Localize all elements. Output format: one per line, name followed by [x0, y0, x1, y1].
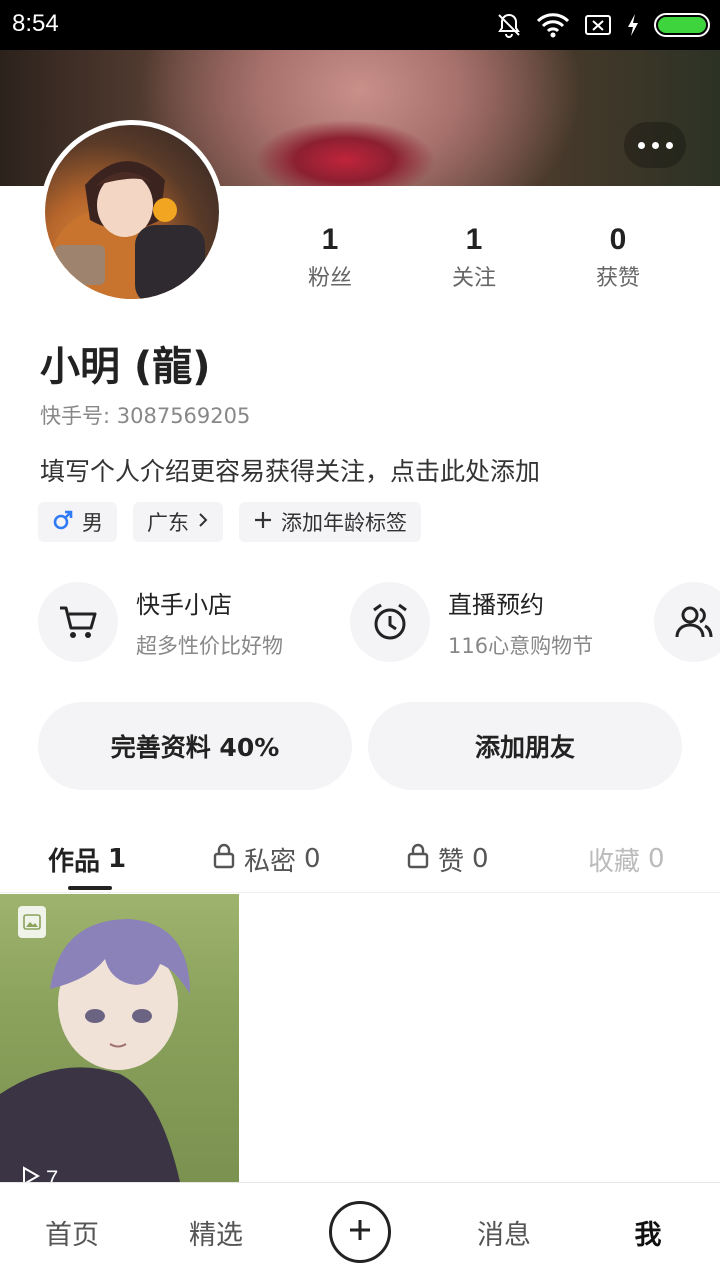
image-type-icon: [18, 906, 46, 938]
following-count: 1: [465, 223, 483, 256]
shortcut-friends[interactable]: [654, 582, 720, 662]
add-age-tag[interactable]: 添加年龄标签: [239, 502, 421, 542]
chevron-right-icon: [197, 510, 209, 534]
region-label: 广东: [147, 511, 189, 535]
lock-icon: [212, 843, 236, 876]
tab-private[interactable]: 私密 0: [212, 834, 321, 884]
tab-liked[interactable]: 赞 0: [406, 834, 489, 884]
tab-liked-label: 赞: [438, 846, 465, 877]
active-tab-indicator: [68, 886, 112, 890]
cart-icon: [38, 582, 118, 662]
profile-tags: 男 广东 添加年龄标签: [38, 502, 421, 542]
battery-level: [658, 17, 706, 33]
profile-name: 小明 (龍): [40, 344, 211, 390]
likes-count: 0: [609, 223, 627, 256]
plus-icon: [347, 1217, 373, 1247]
add-age-label: 添加年龄标签: [281, 511, 407, 535]
nav-home[interactable]: 首页: [22, 1213, 122, 1252]
status-icons: [496, 10, 710, 40]
friends-icon: [654, 582, 720, 662]
region-tag[interactable]: 广东: [133, 502, 223, 542]
stat-following[interactable]: 1 关注: [414, 222, 534, 292]
tab-favorites-count: 0: [648, 844, 665, 874]
shortcut-live-reservation[interactable]: 直播预约 116心意购物节: [350, 582, 593, 662]
status-bar: 8:54: [0, 0, 720, 50]
nav-messages[interactable]: 消息: [454, 1213, 554, 1252]
tab-favorites[interactable]: 收藏 0: [588, 834, 665, 884]
more-dot-icon: [637, 141, 645, 149]
tab-favorites-label: 收藏: [588, 846, 641, 877]
tab-works-label: 作品: [48, 846, 101, 877]
followers-label: 粉丝: [307, 266, 352, 291]
tab-private-label: 私密: [244, 846, 297, 877]
alarm-clock-icon: [350, 582, 430, 662]
shortcut-shop[interactable]: 快手小店 超多性价比好物: [38, 582, 283, 662]
more-dot-icon: [665, 141, 673, 149]
shop-subtitle: 超多性价比好物: [136, 633, 283, 658]
tab-liked-count: 0: [472, 844, 489, 874]
likes-label: 获赞: [595, 266, 640, 291]
gender-tag[interactable]: 男: [38, 502, 117, 542]
avatar[interactable]: [40, 120, 224, 304]
stat-likes[interactable]: 0 获赞: [558, 222, 678, 292]
gender-label: 男: [82, 511, 103, 535]
male-icon: [52, 509, 74, 536]
shop-title: 快手小店: [136, 590, 232, 619]
followers-count: 1: [321, 223, 339, 256]
tabs-divider: [0, 892, 720, 893]
live-reservation-subtitle: 116心意购物节: [448, 633, 594, 658]
complete-profile-button[interactable]: 完善资料 40%: [38, 702, 352, 790]
live-reservation-title: 直播预约: [448, 590, 544, 619]
stat-followers[interactable]: 1 粉丝: [270, 222, 390, 292]
status-time: 8:54: [12, 10, 59, 37]
plus-icon: [253, 510, 273, 535]
more-dot-icon: [651, 141, 659, 149]
following-label: 关注: [451, 266, 496, 291]
mute-bell-icon: [496, 12, 522, 38]
tab-works[interactable]: 作品 1: [48, 834, 126, 884]
tab-works-count: 1: [108, 844, 127, 874]
create-button[interactable]: [329, 1201, 391, 1263]
avatar-image: [45, 125, 219, 299]
charging-icon: [626, 13, 640, 37]
tab-private-count: 0: [304, 844, 321, 874]
lock-icon: [406, 843, 430, 876]
work-thumbnail[interactable]: [0, 894, 239, 1182]
no-sim-icon: [584, 13, 612, 37]
nav-me[interactable]: 我: [598, 1213, 698, 1252]
more-options-button[interactable]: [624, 122, 686, 168]
kuaishou-id[interactable]: 快手号: 3087569205: [40, 400, 250, 430]
nav-featured[interactable]: 精选: [166, 1213, 266, 1252]
wifi-icon: [536, 12, 570, 38]
add-friends-button[interactable]: 添加朋友: [368, 702, 682, 790]
battery-icon: [654, 13, 710, 37]
bio-prompt[interactable]: 填写个人介绍更容易获得关注，点击此处添加: [40, 452, 540, 488]
bottom-nav: 首页 精选 消息 我: [0, 1182, 720, 1280]
